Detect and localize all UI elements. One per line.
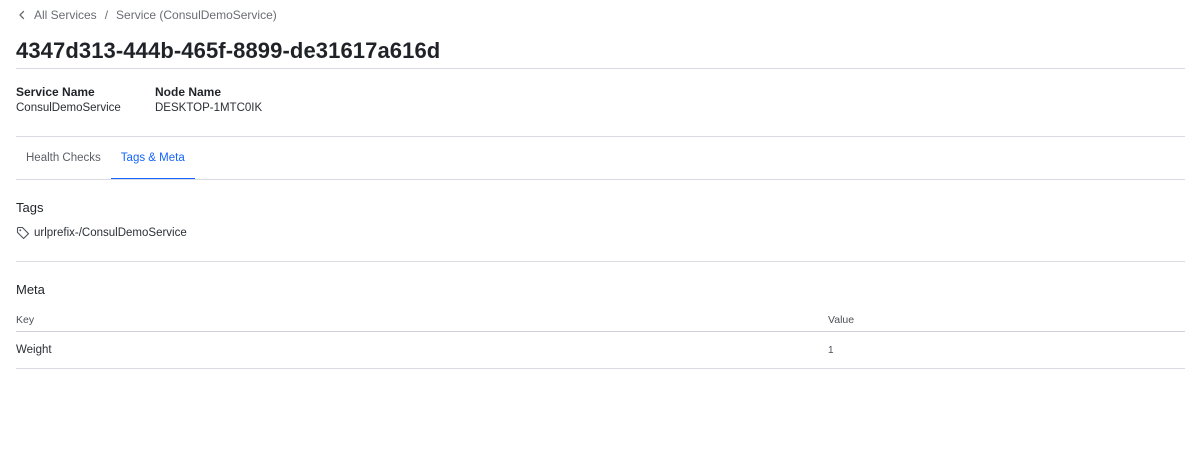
- tab-health-checks[interactable]: Health Checks: [16, 136, 111, 179]
- meta-heading: Meta: [16, 282, 45, 297]
- chevron-left-icon[interactable]: [18, 9, 26, 21]
- service-name-value: ConsulDemoService: [16, 102, 121, 114]
- tab-bar: Health Checks Tags & Meta: [16, 136, 1185, 180]
- node-name-value: DESKTOP-1MTC0IK: [155, 102, 263, 114]
- meta-value-cell: 1: [828, 344, 834, 356]
- tags-divider: [16, 261, 1185, 262]
- breadcrumb: All Services / Service (ConsulDemoServic…: [18, 8, 277, 22]
- column-header-key: Key: [16, 313, 35, 326]
- table-row: Weight 1: [16, 332, 1185, 369]
- breadcrumb-current: Service (ConsulDemoService): [116, 8, 277, 22]
- service-name-group: Service Name ConsulDemoService: [16, 85, 121, 114]
- tags-heading: Tags: [16, 200, 44, 215]
- meta-key-cell: Weight: [16, 344, 52, 356]
- column-header-value: Value: [828, 313, 855, 326]
- meta-table-header: Key Value: [16, 308, 1185, 332]
- node-name-label: Node Name: [155, 85, 222, 99]
- breadcrumb-all-services-link[interactable]: All Services: [34, 8, 97, 22]
- service-info: Service Name ConsulDemoService Node Name…: [16, 85, 302, 114]
- tag-icon: [16, 226, 30, 240]
- tabs-bottom-divider: [16, 179, 1185, 180]
- node-name-group: Node Name DESKTOP-1MTC0IK: [155, 85, 262, 114]
- tab-tags-meta[interactable]: Tags & Meta: [110, 136, 195, 180]
- service-name-label: Service Name: [16, 85, 95, 99]
- tag-label: urlprefix-/ConsulDemoService: [34, 227, 187, 239]
- title-divider: [16, 68, 1185, 69]
- meta-table: Key Value Weight 1: [16, 308, 1185, 369]
- breadcrumb-separator: /: [104, 8, 109, 22]
- tag-item: urlprefix-/ConsulDemoService: [16, 226, 187, 240]
- page-title: 4347d313-444b-465f-8899-de31617a616d: [16, 38, 441, 63]
